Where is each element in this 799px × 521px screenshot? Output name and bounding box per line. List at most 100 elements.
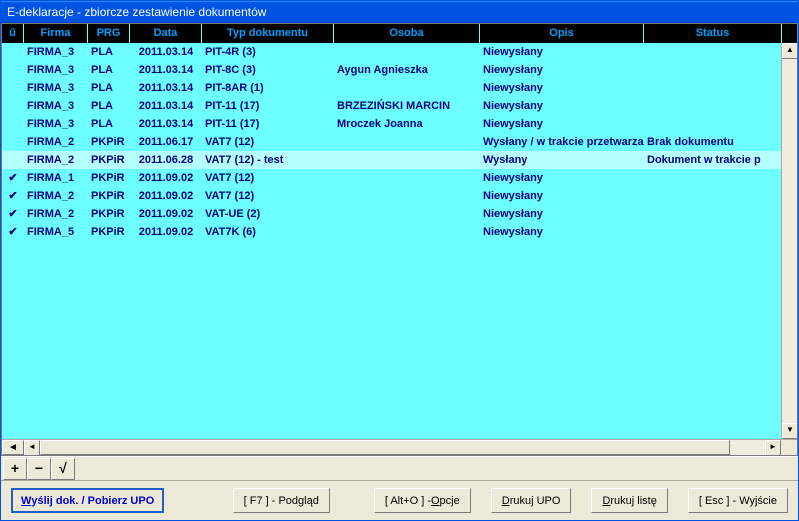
remove-row-button[interactable]: − bbox=[27, 458, 51, 480]
table-row[interactable]: ✔FIRMA_1PKPiR2011.09.02VAT7 (12)Niewysła… bbox=[2, 169, 797, 187]
options-button[interactable]: [ Alt+O ] - Opcje bbox=[374, 488, 471, 513]
col-header-opis[interactable]: Opis bbox=[480, 24, 644, 43]
print-upo-hotkey: D bbox=[502, 495, 510, 507]
col-header-data[interactable]: Data bbox=[130, 24, 202, 43]
vertical-scrollbar[interactable]: ▲ ▼ bbox=[781, 43, 797, 439]
print-upo-button[interactable]: Drukuj UPO bbox=[491, 488, 572, 513]
horizontal-scrollbar[interactable]: ◄ ◄ ► bbox=[2, 439, 797, 455]
options-rest: pcje bbox=[440, 495, 460, 507]
cell-prg: PKPiR bbox=[88, 223, 130, 241]
preview-button[interactable]: [ F7 ] - Podgląd bbox=[233, 488, 330, 513]
cell-prg: PKPiR bbox=[88, 187, 130, 205]
cell-typ: PIT-8C (3) bbox=[202, 61, 334, 79]
cell-opis: Niewysłany bbox=[480, 205, 644, 223]
cell-opis: Niewysłany bbox=[480, 187, 644, 205]
hscroll-track[interactable] bbox=[40, 440, 765, 455]
row-checkmark[interactable]: ✔ bbox=[2, 187, 24, 205]
confirm-row-button[interactable]: √ bbox=[51, 458, 75, 480]
exit-button[interactable]: [ Esc ] - Wyjście bbox=[688, 488, 788, 513]
table-row[interactable]: FIRMA_3PLA2011.03.14PIT-8C (3)Aygun Agni… bbox=[2, 61, 797, 79]
row-checkmark[interactable]: ✔ bbox=[2, 223, 24, 241]
send-download-button[interactable]: Wyślij dok. / Pobierz UPO bbox=[11, 488, 164, 513]
check-icon: ✔ bbox=[8, 208, 17, 220]
col-header-typ[interactable]: Typ dokumentu bbox=[202, 24, 334, 43]
cell-prg: PLA bbox=[88, 79, 130, 97]
cell-opis: Niewysłany bbox=[480, 115, 644, 133]
app-window: E-deklaracje - zbiorcze zestawienie doku… bbox=[0, 0, 799, 521]
cell-opis: Wysłany bbox=[480, 151, 644, 169]
col-header-check[interactable]: ű bbox=[2, 24, 24, 43]
row-checkmark[interactable]: ✔ bbox=[2, 169, 24, 187]
cell-typ: VAT7 (12) bbox=[202, 169, 334, 187]
cell-typ: VAT7 (12) - test bbox=[202, 151, 334, 169]
cell-typ: PIT-11 (17) bbox=[202, 115, 334, 133]
scroll-track[interactable] bbox=[782, 59, 797, 423]
hscroll-thumb[interactable] bbox=[40, 440, 730, 455]
cell-data: 2011.06.17 bbox=[130, 133, 202, 151]
table-row[interactable]: FIRMA_3PLA2011.03.14PIT-4R (3)Niewysłany bbox=[2, 43, 797, 61]
cell-osoba: BRZEZIŃSKI MARCIN bbox=[334, 97, 480, 115]
cell-typ: PIT-4R (3) bbox=[202, 43, 334, 61]
cell-opis: Niewysłany bbox=[480, 61, 644, 79]
cell-firma: FIRMA_1 bbox=[24, 169, 88, 187]
cell-data: 2011.03.14 bbox=[130, 97, 202, 115]
table-row[interactable]: FIRMA_2PKPiR2011.06.17VAT7 (12)Wysłany /… bbox=[2, 133, 797, 151]
row-indicator-icon: ◄ bbox=[2, 440, 24, 455]
titlebar[interactable]: E-deklaracje - zbiorcze zestawienie doku… bbox=[1, 1, 798, 23]
table-row[interactable]: ✔FIRMA_2PKPiR2011.09.02VAT-UE (2)Niewysł… bbox=[2, 205, 797, 223]
print-list-rest: rukuj listę bbox=[610, 495, 656, 507]
table-row[interactable]: ✔FIRMA_2PKPiR2011.09.02VAT7 (12)Niewysła… bbox=[2, 187, 797, 205]
cell-opis: Niewysłany bbox=[480, 223, 644, 241]
cell-prg: PLA bbox=[88, 115, 130, 133]
cell-data: 2011.09.02 bbox=[130, 169, 202, 187]
cell-firma: FIRMA_3 bbox=[24, 79, 88, 97]
col-header-status[interactable]: Status bbox=[644, 24, 782, 43]
table-row[interactable]: FIRMA_3PLA2011.03.14PIT-11 (17)BRZEZIŃSK… bbox=[2, 97, 797, 115]
cell-firma: FIRMA_2 bbox=[24, 151, 88, 169]
button-bar: Wyślij dok. / Pobierz UPO [ F7 ] - Podgl… bbox=[1, 480, 798, 520]
cell-firma: FIRMA_3 bbox=[24, 97, 88, 115]
cell-data: 2011.03.14 bbox=[130, 61, 202, 79]
row-checkmark[interactable]: ✔ bbox=[2, 205, 24, 223]
cell-data: 2011.03.14 bbox=[130, 115, 202, 133]
add-row-button[interactable]: + bbox=[3, 458, 27, 480]
cell-prg: PKPiR bbox=[88, 205, 130, 223]
table-row[interactable]: FIRMA_2PKPiR2011.06.28VAT7 (12) - testWy… bbox=[2, 151, 797, 169]
table-row[interactable]: FIRMA_3PLA2011.03.14PIT-11 (17)Mroczek J… bbox=[2, 115, 797, 133]
cell-firma: FIRMA_2 bbox=[24, 205, 88, 223]
cell-opis: Niewysłany bbox=[480, 97, 644, 115]
cell-prg: PLA bbox=[88, 43, 130, 61]
cell-data: 2011.09.02 bbox=[130, 205, 202, 223]
cell-firma: FIRMA_2 bbox=[24, 133, 88, 151]
grid-body[interactable]: FIRMA_3PLA2011.03.14PIT-4R (3)Niewysłany… bbox=[2, 43, 797, 439]
cell-data: 2011.03.14 bbox=[130, 43, 202, 61]
send-hotkey: W bbox=[21, 495, 31, 507]
col-header-prg[interactable]: PRG bbox=[88, 24, 130, 43]
col-header-osoba[interactable]: Osoba bbox=[334, 24, 480, 43]
cell-data: 2011.06.28 bbox=[130, 151, 202, 169]
cell-typ: VAT7 (12) bbox=[202, 133, 334, 151]
print-list-button[interactable]: Drukuj listę bbox=[591, 488, 667, 513]
cell-typ: PIT-8AR (1) bbox=[202, 79, 334, 97]
cell-opis: Niewysłany bbox=[480, 79, 644, 97]
print-upo-rest: rukuj UPO bbox=[510, 495, 561, 507]
scroll-right-arrow-icon[interactable]: ► bbox=[765, 440, 781, 456]
cell-typ: VAT7K (6) bbox=[202, 223, 334, 241]
cell-data: 2011.09.02 bbox=[130, 187, 202, 205]
table-row[interactable]: FIRMA_3PLA2011.03.14PIT-8AR (1) Niewysłan… bbox=[2, 79, 797, 97]
cell-data: 2011.03.14 bbox=[130, 79, 202, 97]
cell-firma: FIRMA_3 bbox=[24, 43, 88, 61]
cell-prg: PKPiR bbox=[88, 133, 130, 151]
scroll-left-arrow-icon[interactable]: ◄ bbox=[24, 440, 40, 456]
table-row[interactable]: ✔FIRMA_5PKPiR2011.09.02VAT7K (6)Niewysła… bbox=[2, 223, 797, 241]
col-header-firma[interactable]: Firma bbox=[24, 24, 88, 43]
cell-firma: FIRMA_2 bbox=[24, 187, 88, 205]
grid-nav-bar: + − √ bbox=[1, 456, 798, 480]
grid-header-row: ű Firma PRG Data Typ dokumentu Osoba Opi… bbox=[2, 24, 797, 43]
cell-status: Brak dokumentu bbox=[644, 133, 782, 151]
check-icon: ✔ bbox=[8, 172, 17, 184]
scroll-down-arrow-icon[interactable]: ▼ bbox=[782, 423, 797, 439]
scroll-up-arrow-icon[interactable]: ▲ bbox=[782, 43, 797, 59]
cell-status: Dokument w trakcie p bbox=[644, 151, 782, 169]
cell-typ: PIT-11 (17) bbox=[202, 97, 334, 115]
